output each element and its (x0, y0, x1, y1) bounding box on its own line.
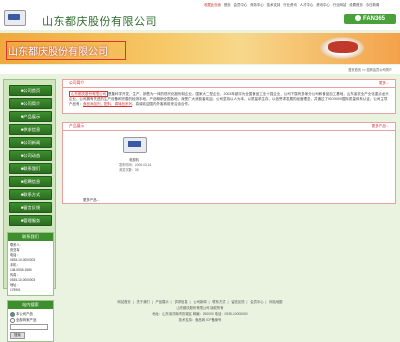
footer-link[interactable]: 留言反馈 (231, 300, 244, 304)
footer: 网站首页 | 关于我们 | 产品展示 | 供求信息 | 公司新闻 | 联系方式 | 留言反馈… (0, 299, 400, 323)
footer-link[interactable]: 供求信息 (174, 300, 187, 304)
footer-link[interactable]: 联系方式 (212, 300, 225, 304)
footer-link[interactable]: 网站地图 (269, 300, 282, 304)
footer-link[interactable]: 关于我们 (137, 300, 150, 304)
intro-body-end: ，真诚欢迎国内外客商前来洽谈合作。 (132, 102, 192, 107)
site-brand-logo[interactable]: FAN365 (344, 14, 396, 24)
nav-contact[interactable]: ■联系我们 (9, 163, 52, 174)
food-image (328, 41, 358, 53)
intro-more-link[interactable]: 更多... (379, 81, 389, 86)
brand-text: FAN365 (362, 16, 385, 22)
banner: 山东都庆股份有限公司 (0, 33, 400, 64)
footer-link[interactable]: 会员中心 (250, 300, 263, 304)
top-link[interactable]: 会员中心 (234, 3, 248, 7)
products-header: 产品展示 更多产品... (63, 123, 395, 132)
intro-panel: 公司简介 更多... 山东都庆股份有限公司 是集科学开发、生产、销售为一体的现代化… (62, 79, 396, 115)
contact-title: 联系我们 (8, 233, 53, 241)
top-link[interactable]: 今日新闻 (366, 3, 380, 7)
top-link[interactable]: 首页 (224, 3, 231, 7)
nav-admin[interactable]: ■管理服务 (9, 215, 52, 226)
top-link[interactable]: 技术支持 (267, 3, 281, 7)
top-link[interactable]: 行业资讯 (283, 3, 297, 7)
contact-box: 联系我们 联系人： 张亚军 电话： 0535-10-0000003 手机： 13… (7, 232, 54, 296)
top-link[interactable]: 行业网站 (333, 3, 347, 7)
intro-text: 山东都庆股份有限公司 是集科学开发、生产、销售为一体的现代化股份制企业，国家大二型… (63, 88, 395, 113)
breadcrumb[interactable]: 首页首页 >> 招商会员公司简介 (348, 67, 392, 72)
company-logo[interactable] (4, 10, 26, 26)
product-thumbnail[interactable] (123, 137, 147, 154)
product-views: 浏览次数：38 (119, 168, 139, 173)
company-homepage: 山东都庆股份有限公司 收藏此页面 首页 会员中心 商务中心 技术支持 行业资讯 … (0, 0, 400, 342)
product-name[interactable]: 电视机 (113, 157, 155, 162)
banner-text: 山东都庆股份有限公司 (8, 47, 108, 58)
intro-header: 公司简介 更多... (63, 80, 395, 88)
products-panel: 产品展示 更多产品... 电视机 发布时间：2008-03-16 浏览次数：38… (62, 122, 396, 205)
company-title: 山东都庆股份有限公司 (42, 16, 157, 28)
contact-body: 联系人： 张亚军 电话： 0535-10-0000003 手机： 138-053… (8, 241, 53, 295)
search-button[interactable]: 搜索 (10, 332, 25, 339)
product-meta: 发布时间：2008-03-16 浏览次数：38 (119, 163, 151, 173)
search-input[interactable] (10, 324, 48, 330)
products-more-link[interactable]: 更多产品... (372, 124, 389, 129)
nav-contact-info[interactable]: ■联系方式 (9, 189, 52, 200)
contact-line: 175901 (10, 288, 21, 292)
breadcrumb-bar: 首页首页 >> 招商会员公司简介 (0, 65, 400, 74)
nav-supply[interactable]: ■供求信息 (9, 124, 52, 135)
footer-link[interactable]: 网站首页 (118, 300, 131, 304)
nav-updates[interactable]: ■公司动态 (9, 150, 52, 161)
top-link[interactable]: 收藏此页面 (204, 3, 221, 7)
more-products-link[interactable]: 更多产品... (83, 197, 99, 202)
nav-feedback[interactable]: ■留言反馈 (9, 202, 52, 213)
top-link[interactable]: 人才中心 (300, 3, 314, 7)
main-content: 公司简介 更多... 山东都庆股份有限公司 是集科学开发、生产、销售为一体的现代化… (62, 79, 396, 205)
header: 山东都庆股份有限公司 收藏此页面 首页 会员中心 商务中心 技术支持 行业资讯 … (0, 0, 400, 30)
top-link[interactable]: 商务中心 (250, 3, 264, 7)
nav-jobs[interactable]: ■招聘信息 (9, 176, 52, 187)
footer-link[interactable]: 公司新闻 (193, 300, 206, 304)
intro-highlight: 食品添加剂、配料、调味品系列 (83, 102, 132, 107)
footer-line: 技术支持：食品网 ICP备案号 (178, 318, 222, 322)
top-links: 收藏此页面 首页 会员中心 商务中心 技术支持 行业资讯 人才中心 资讯中心 行… (204, 2, 396, 7)
intro-title: 公司简介 (69, 81, 85, 85)
top-link[interactable]: 资讯中心 (316, 3, 330, 7)
nav-home[interactable]: ■公司首页 (9, 85, 52, 96)
sidebar: ■公司首页 ■公司简介 ■产品展示 ■供求信息 ■公司新闻 ■公司动态 ■联系我… (3, 79, 56, 342)
nav-products[interactable]: ■产品展示 (9, 111, 52, 122)
products-title: 产品展示 (69, 124, 85, 129)
footer-link[interactable]: 产品展示 (155, 300, 168, 304)
nav-about[interactable]: ■公司简介 (9, 98, 52, 109)
nav-news[interactable]: ■公司新闻 (9, 137, 52, 148)
top-link[interactable]: 设置首页 (349, 3, 363, 7)
